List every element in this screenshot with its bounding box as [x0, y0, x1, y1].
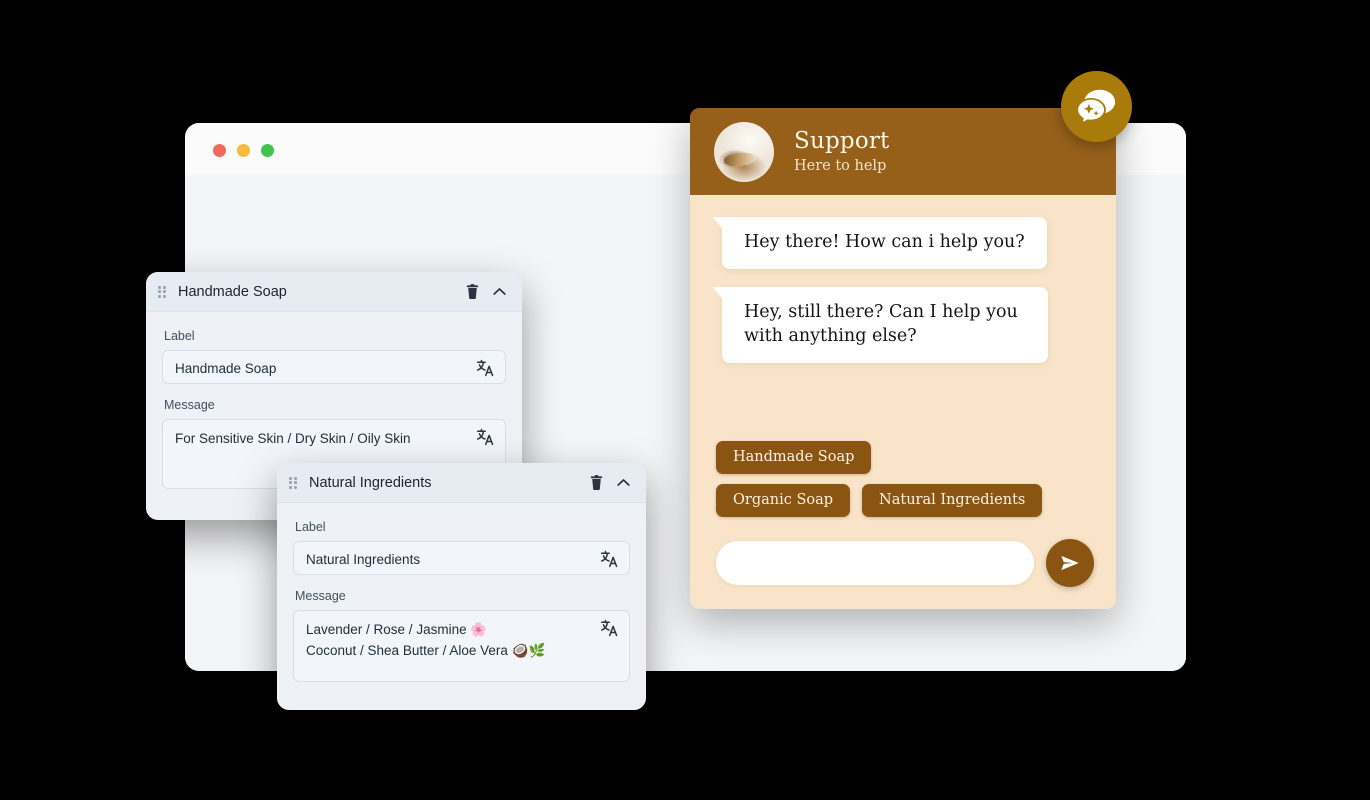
- message-field[interactable]: Lavender / Rose / Jasmine 🌸 Coconut / Sh…: [293, 610, 630, 682]
- quick-reply-row-1: Handmade Soap: [716, 441, 1086, 474]
- drag-handle-icon[interactable]: [158, 285, 166, 298]
- chat-message-agent-2: Hey, still there? Can I help you with an…: [713, 287, 1048, 364]
- send-paper-plane-icon: [1061, 555, 1079, 571]
- message-field-label: Message: [164, 398, 215, 412]
- window-maximize-button[interactable]: [261, 144, 274, 157]
- window-close-button[interactable]: [213, 144, 226, 157]
- message-field-value: For Sensitive Skin / Dry Skin / Oily Ski…: [175, 431, 411, 446]
- quick-reply-natural-ingredients[interactable]: Natural Ingredients: [862, 484, 1043, 517]
- chat-message-input[interactable]: [716, 541, 1034, 585]
- window-minimize-button[interactable]: [237, 144, 250, 157]
- translate-icon[interactable]: [476, 358, 495, 382]
- send-button[interactable]: [1046, 539, 1094, 587]
- card-title: Natural Ingredients: [309, 474, 432, 491]
- quick-reply-row-2: Organic Soap Natural Ingredients: [716, 484, 1086, 517]
- card-header[interactable]: Natural Ingredients: [277, 463, 646, 503]
- chat-widget: Support Here to help Hey there! How can …: [690, 108, 1116, 609]
- card-header-actions: [588, 474, 632, 491]
- traffic-lights: [213, 144, 274, 157]
- label-field-value: Handmade Soap: [175, 361, 277, 376]
- card-header[interactable]: Handmade Soap: [146, 272, 522, 312]
- translate-icon[interactable]: [600, 618, 619, 642]
- message-field-label: Message: [295, 589, 346, 603]
- card-header-actions: [464, 283, 508, 300]
- chat-composer: [716, 539, 1094, 587]
- translate-icon[interactable]: [600, 549, 619, 573]
- chevron-up-icon[interactable]: [491, 283, 508, 300]
- chat-header: Support Here to help: [690, 108, 1116, 195]
- message-field-value: Lavender / Rose / Jasmine 🌸 Coconut / Sh…: [306, 622, 546, 658]
- drag-handle-icon[interactable]: [289, 476, 297, 489]
- avatar: [714, 121, 774, 182]
- chat-message-list: Hey there! How can i help you? Hey, stil…: [690, 195, 1116, 609]
- chat-message-agent-1: Hey there! How can i help you?: [713, 217, 1047, 270]
- label-field[interactable]: Natural Ingredients: [293, 541, 630, 575]
- quick-reply-handmade-soap[interactable]: Handmade Soap: [716, 441, 872, 474]
- trash-icon[interactable]: [588, 474, 605, 491]
- label-field[interactable]: Handmade Soap: [162, 350, 506, 384]
- editor-card-natural-ingredients: Natural Ingredients Label Natural Ingred…: [277, 463, 646, 710]
- chat-launcher-button[interactable]: [1061, 71, 1132, 142]
- chat-title: Support: [794, 127, 890, 154]
- label-field-label: Label: [164, 329, 195, 343]
- translate-icon[interactable]: [476, 427, 495, 451]
- card-body: Label Natural Ingredients Message Lavend…: [277, 503, 646, 698]
- chat-subtitle: Here to help: [794, 158, 887, 175]
- quick-reply-list: Handmade Soap Organic Soap Natural Ingre…: [716, 441, 1086, 517]
- quick-reply-organic-soap[interactable]: Organic Soap: [716, 484, 851, 517]
- chevron-up-icon[interactable]: [615, 474, 632, 491]
- label-field-label: Label: [295, 520, 326, 534]
- chat-bubbles-sparkle-icon: [1076, 89, 1115, 125]
- label-field-value: Natural Ingredients: [306, 552, 421, 567]
- chat-header-text: Support Here to help: [794, 128, 890, 175]
- card-title: Handmade Soap: [178, 283, 287, 300]
- trash-icon[interactable]: [464, 283, 481, 300]
